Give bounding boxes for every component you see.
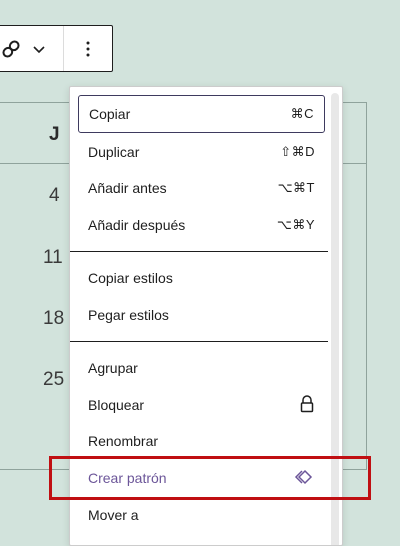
menu-item-add-before[interactable]: Añadir antes ⌥⌘T	[78, 170, 325, 206]
more-vertical-icon[interactable]	[76, 37, 100, 61]
menu-item-shortcut: ⌥⌘T	[277, 180, 315, 195]
menu-item-group[interactable]: Agrupar	[78, 350, 325, 386]
chevron-down-icon[interactable]	[29, 39, 49, 59]
menu-item-rename[interactable]: Renombrar	[78, 423, 325, 459]
calendar-day-header: J	[49, 124, 60, 145]
menu-item-copy[interactable]: Copiar ⌘C	[78, 95, 325, 133]
menu-item-add-after[interactable]: Añadir después ⌥⌘Y	[78, 207, 325, 243]
menu-item-label: Renombrar	[88, 433, 159, 449]
calendar-date: 25	[43, 369, 65, 390]
menu-item-label: Duplicar	[88, 144, 140, 160]
menu-item-lock[interactable]: Bloquear	[78, 387, 325, 423]
menu-divider	[70, 341, 328, 342]
menu-item-label: Añadir antes	[88, 180, 167, 196]
menu-item-paste-styles[interactable]: Pegar estilos	[78, 297, 325, 333]
calendar-date: 11	[43, 247, 63, 268]
menu-divider	[70, 251, 328, 252]
menu-item-label: Mover a	[88, 507, 139, 523]
link-icon[interactable]	[1, 38, 21, 60]
menu-item-label: Agrupar	[88, 360, 138, 376]
menu-item-label: Bloquear	[88, 397, 145, 413]
block-toolbar	[0, 25, 113, 72]
menu-item-label: Copiar estilos	[88, 270, 173, 286]
calendar-date: 4	[49, 185, 60, 206]
calendar-date: 18	[43, 308, 65, 329]
menu-item-shortcut: ⌥⌘Y	[276, 217, 315, 232]
menu-item-label: Copiar	[89, 106, 131, 122]
highlight-box	[49, 456, 371, 500]
menu-item-copy-styles[interactable]: Copiar estilos	[78, 260, 325, 296]
menu-item-shortcut: ⌘C	[290, 106, 314, 121]
menu-item-label: Pegar estilos	[88, 307, 169, 323]
lock-icon	[299, 394, 315, 416]
menu-item-label: Añadir después	[88, 217, 186, 233]
menu-item-shortcut: ⇧⌘D	[280, 144, 315, 159]
menu-item-move-to[interactable]: Mover a	[78, 497, 325, 533]
toolbar-divider	[63, 26, 64, 71]
menu-item-duplicate[interactable]: Duplicar ⇧⌘D	[78, 134, 325, 170]
